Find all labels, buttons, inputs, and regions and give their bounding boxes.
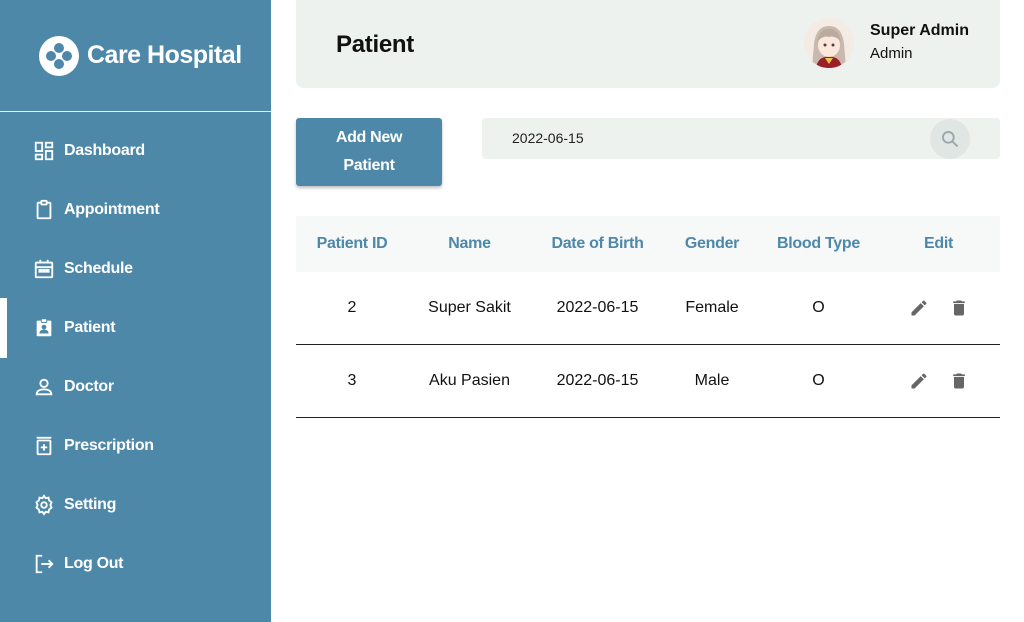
search-bar — [482, 118, 1000, 159]
page-header: Patient Super Admin Admin — [296, 0, 1000, 88]
sidebar-item-label: Appointment — [64, 201, 160, 218]
delete-trash-icon[interactable] — [948, 370, 970, 392]
table-row: 2 Super Sakit 2022-06-15 Female O — [296, 272, 1000, 345]
edit-pencil-icon[interactable] — [908, 370, 930, 392]
search-input[interactable] — [512, 128, 912, 148]
cell-gender: Male — [694, 372, 730, 389]
sidebar-item-label: Dashboard — [64, 142, 145, 159]
sidebar-item-logout[interactable]: Log Out — [0, 544, 271, 584]
cell-patient-id: 2 — [347, 299, 357, 316]
avatar[interactable] — [804, 18, 854, 68]
patient-table: Patient ID Name Date of Birth Gender Blo… — [296, 216, 1000, 418]
sidebar-item-patient[interactable]: Patient — [0, 298, 271, 358]
column-header-patient-id: Patient ID — [316, 235, 388, 252]
column-header-edit-label: Edit — [923, 235, 954, 252]
cell-date-of-birth: 2022-06-15 — [556, 372, 639, 389]
brand-name: Care Hospital — [87, 41, 242, 69]
cell-blood-type: O — [812, 299, 825, 316]
cell-edit-actions — [877, 297, 1000, 319]
sidebar-item-label: Log Out — [64, 555, 124, 572]
add-new-patient-button[interactable]: Add New Patient — [296, 118, 442, 186]
cell-edit-actions — [877, 370, 1000, 392]
avatar-image — [804, 18, 854, 68]
user-name: Super Admin — [870, 22, 969, 39]
column-header-gender: Gender — [684, 235, 740, 252]
cell-name: Super Sakit — [428, 299, 511, 316]
sidebar-item-label: Patient — [64, 319, 116, 336]
cell-blood-type: O — [812, 372, 825, 389]
cell-name: Aku Pasien — [429, 372, 510, 389]
sidebar-item-label: Setting — [64, 496, 117, 513]
cell-gender: Female — [685, 299, 739, 316]
add-button-line2: Patient — [343, 157, 395, 174]
sidebar-item-label: Schedule — [64, 260, 133, 277]
search-icon — [942, 131, 959, 148]
sidebar-item-label: Doctor — [64, 378, 114, 395]
dashboard-icon — [34, 141, 54, 161]
search-button[interactable] — [930, 119, 970, 159]
column-header-name: Name — [448, 235, 491, 252]
user-role: Admin — [870, 45, 913, 62]
clipboard-icon — [36, 199, 52, 220]
prescription-icon — [36, 436, 52, 456]
add-button-line1: Add New — [335, 129, 403, 146]
column-header-blood-type: Blood Type — [777, 235, 860, 252]
calendar-icon — [34, 259, 54, 279]
logout-icon — [35, 554, 54, 574]
brand: Care Hospital — [0, 0, 271, 112]
gear-icon — [35, 494, 53, 516]
sidebar-item-setting[interactable]: Setting — [0, 485, 271, 525]
cell-patient-id: 3 — [347, 372, 357, 389]
person-icon — [35, 378, 53, 396]
hospital-logo-icon — [39, 35, 79, 76]
sidebar-item-dashboard[interactable]: Dashboard — [0, 131, 271, 171]
page-title: Patient — [336, 31, 414, 58]
table-row: 3 Aku Pasien 2022-06-15 Male O — [296, 345, 1000, 418]
delete-trash-icon[interactable] — [948, 297, 970, 319]
column-header-date-of-birth: Date of Birth — [551, 235, 644, 252]
sidebar: Care Hospital Dashboard Appointment Sche… — [0, 0, 271, 622]
column-header-edit: Edit — [877, 235, 1000, 253]
sidebar-item-doctor[interactable]: Doctor — [0, 367, 271, 407]
cell-date-of-birth: 2022-06-15 — [556, 299, 639, 316]
sidebar-item-label: Prescription — [64, 437, 154, 454]
sidebar-item-prescription[interactable]: Prescription — [0, 426, 271, 466]
sidebar-item-schedule[interactable]: Schedule — [0, 249, 271, 289]
table-header: Patient ID Name Date of Birth Gender Blo… — [296, 216, 1000, 272]
sidebar-item-appointment[interactable]: Appointment — [0, 190, 271, 230]
patient-badge-icon — [36, 318, 52, 337]
edit-pencil-icon[interactable] — [908, 297, 930, 319]
